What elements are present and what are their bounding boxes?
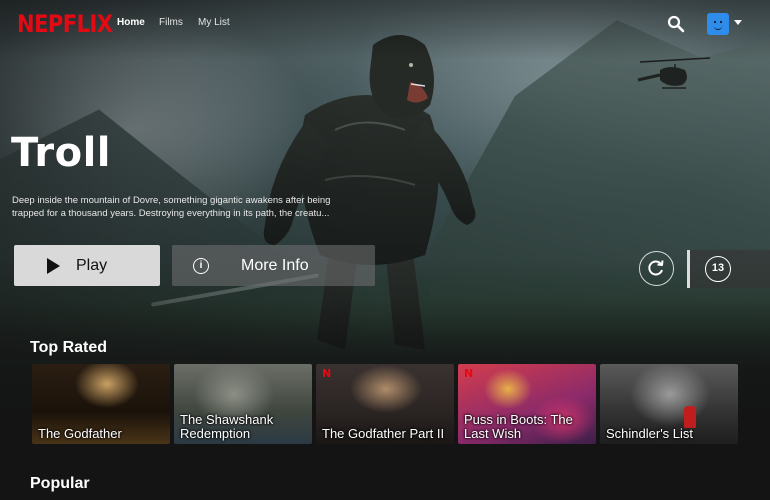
play-button[interactable]: Play xyxy=(14,245,160,286)
netflix-badge-icon: N xyxy=(322,367,332,380)
nav-link-my-list[interactable]: My List xyxy=(198,17,230,28)
title-card[interactable]: Schindler's List xyxy=(600,364,738,444)
play-icon xyxy=(47,257,60,274)
more-info-button[interactable]: i More Info xyxy=(172,245,375,286)
red-coat-figure xyxy=(684,406,696,428)
search-icon[interactable] xyxy=(667,15,685,33)
maturity-rating-bar: 13 xyxy=(687,250,770,288)
hero-description: Deep inside the mountain of Dovre, somet… xyxy=(12,195,331,219)
top-rated-row: The Godfather The Shawshank Redemption N… xyxy=(32,364,770,444)
card-label: The Godfather Part II xyxy=(322,426,445,441)
avatar[interactable] xyxy=(707,13,729,35)
card-label: Schindler's List xyxy=(606,426,694,441)
row-title-popular: Popular xyxy=(30,475,90,492)
title-card[interactable]: N The Godfather Part II xyxy=(316,364,454,444)
title-card[interactable]: The Godfather xyxy=(32,364,170,444)
replay-button[interactable] xyxy=(639,251,674,286)
title-card[interactable]: N Puss in Boots: The Last Wish xyxy=(458,364,596,444)
nav-link-home[interactable]: Home xyxy=(117,17,145,28)
card-label: Puss in Boots: The Last Wish xyxy=(464,412,573,441)
nav-link-films[interactable]: Films xyxy=(159,17,183,28)
maturity-rating-badge: 13 xyxy=(705,256,731,282)
netflix-badge-icon: N xyxy=(464,367,474,380)
play-label: Play xyxy=(76,256,108,274)
hero-title: Troll xyxy=(11,130,112,176)
info-icon: i xyxy=(193,257,209,274)
card-label: The Shawshank Redemption xyxy=(180,412,274,441)
caret-down-icon[interactable] xyxy=(734,20,742,25)
brand-logo[interactable]: NEPFLIX xyxy=(17,10,113,38)
more-info-label: More Info xyxy=(241,256,309,274)
row-title-top-rated: Top Rated xyxy=(30,339,108,356)
card-label: The Godfather xyxy=(38,426,122,441)
title-card[interactable]: The Shawshank Redemption xyxy=(174,364,312,444)
replay-icon xyxy=(648,260,664,276)
top-nav: NEPFLIX Home Films My List xyxy=(0,0,770,48)
